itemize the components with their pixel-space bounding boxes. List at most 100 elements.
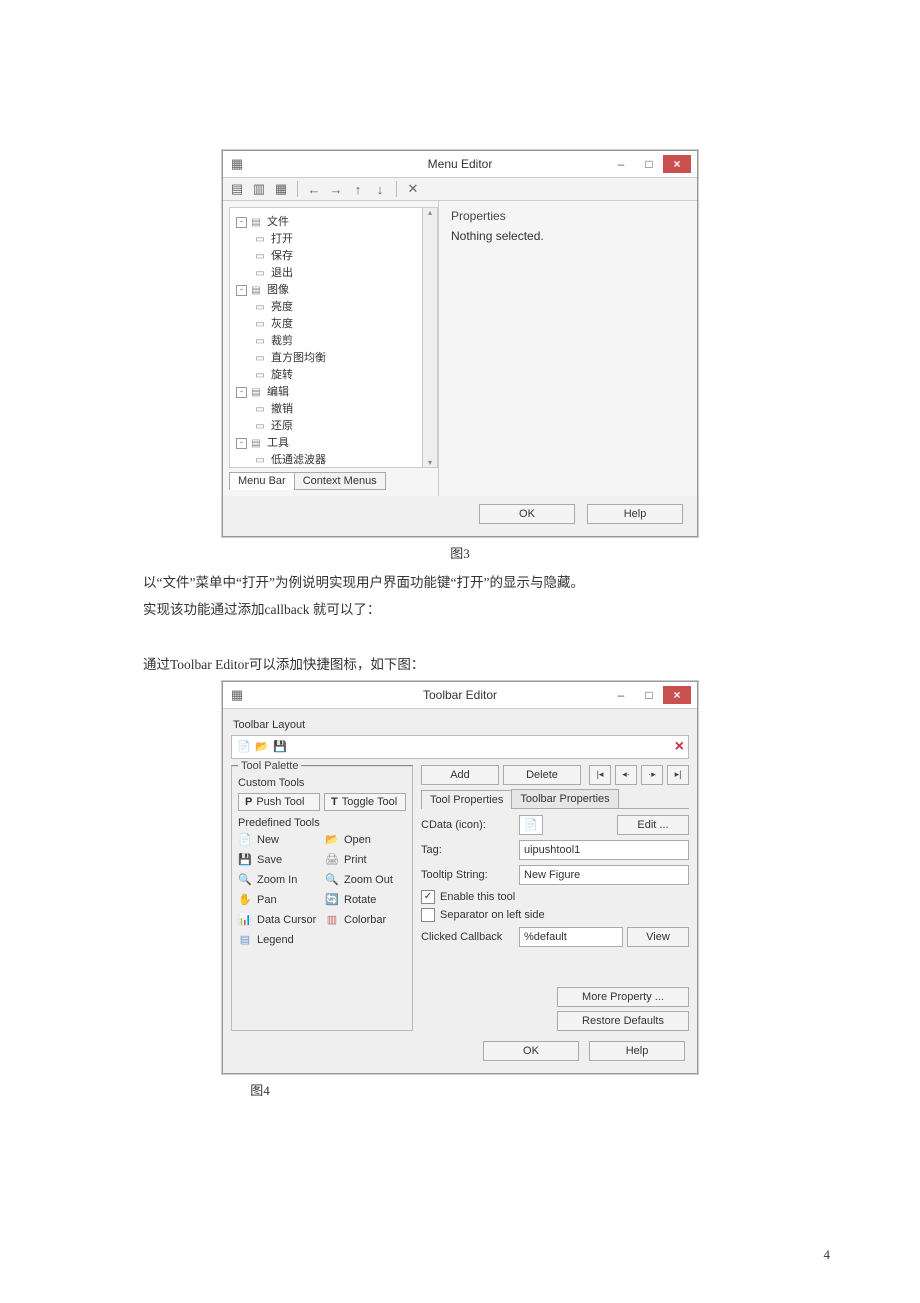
custom-tools-label: Custom Tools bbox=[238, 777, 406, 789]
menu-editor-window: ▦ Menu Editor – □ × ▤ ▥ ▦ ← → ↑ ↓ ✕ bbox=[222, 150, 698, 537]
scroll-up-icon[interactable]: ▴ bbox=[428, 208, 432, 217]
page-number: 4 bbox=[824, 1247, 831, 1263]
add-button[interactable]: Add bbox=[421, 765, 499, 785]
predefined-tool-pan[interactable]: ✋Pan bbox=[238, 893, 319, 907]
maximize-button[interactable]: □ bbox=[635, 155, 663, 173]
rotate-icon: 🔄 bbox=[325, 893, 339, 907]
move-last-icon[interactable]: ▸| bbox=[667, 765, 689, 785]
restore-defaults-button[interactable]: Restore Defaults bbox=[557, 1011, 689, 1031]
right-icon[interactable]: → bbox=[328, 181, 344, 197]
predefined-tools-label: Predefined Tools bbox=[238, 817, 406, 829]
tree-item[interactable]: ▭ 保存 bbox=[254, 248, 433, 265]
left-icon[interactable]: ← bbox=[306, 181, 322, 197]
predefined-tool-rotate[interactable]: 🔄Rotate bbox=[325, 893, 406, 907]
tree-menu[interactable]: -▤ 编辑▭ 撤销▭ 还原 bbox=[236, 384, 433, 435]
paragraph: 通过Toolbar Editor可以添加快捷图标，如下图： bbox=[110, 654, 810, 677]
delete-button[interactable]: Delete bbox=[503, 765, 581, 785]
close-button[interactable]: × bbox=[663, 155, 691, 173]
data-cursor-icon: 📊 bbox=[238, 913, 252, 927]
new-menu-icon[interactable]: ▤ bbox=[229, 181, 245, 197]
move-first-icon[interactable]: |◂ bbox=[589, 765, 611, 785]
toolbar-editor-window: ▦ Toolbar Editor – □ × Toolbar Layout 📄 … bbox=[222, 681, 698, 1074]
help-button[interactable]: Help bbox=[587, 504, 683, 524]
down-icon[interactable]: ↓ bbox=[372, 181, 388, 197]
tag-label: Tag: bbox=[421, 844, 519, 856]
properties-message: Nothing selected. bbox=[451, 229, 685, 243]
menu-editor-toolbar: ▤ ▥ ▦ ← → ↑ ↓ ✕ bbox=[223, 178, 697, 201]
colorbar-icon: ▥ bbox=[325, 913, 339, 927]
minimize-button[interactable]: – bbox=[607, 686, 635, 704]
tab-context-menus[interactable]: Context Menus bbox=[294, 472, 386, 490]
cdata-icon: 📄 bbox=[519, 815, 543, 835]
separator bbox=[396, 181, 397, 197]
paragraph: 以“文件”菜单中“打开”为例说明实现用户界面功能键“打开”的显示与隐藏。 bbox=[110, 572, 810, 595]
toggle-tool-button[interactable]: TToggle Tool bbox=[324, 793, 406, 811]
tab-tool-properties[interactable]: Tool Properties bbox=[421, 790, 512, 809]
tab-toolbar-properties[interactable]: Toolbar Properties bbox=[511, 789, 618, 808]
predefined-tool-save[interactable]: 💾Save bbox=[238, 853, 319, 867]
zoom-in-icon: 🔍 bbox=[238, 873, 252, 887]
tree-menu[interactable]: -▤ 图像▭ 亮度▭ 灰度▭ 裁剪▭ 直方图均衡▭ 旋转 bbox=[236, 282, 433, 384]
delete-icon[interactable]: ▦ bbox=[273, 181, 289, 197]
tree-item[interactable]: ▭ 灰度 bbox=[254, 316, 433, 333]
menu-tree[interactable]: -▤ 文件▭ 打开▭ 保存▭ 退出-▤ 图像▭ 亮度▭ 灰度▭ 裁剪▭ 直方图均… bbox=[230, 208, 437, 468]
view-button[interactable]: View bbox=[627, 927, 689, 947]
toolbar-preview: 📄 📂 💾 × bbox=[231, 735, 689, 759]
predefined-tool-zoom-out[interactable]: 🔍Zoom Out bbox=[325, 873, 406, 887]
tree-item[interactable]: ▭ 旋转 bbox=[254, 367, 433, 384]
move-right-icon[interactable]: ·▸ bbox=[641, 765, 663, 785]
tree-item[interactable]: ▭ 低通滤波器 bbox=[254, 452, 433, 468]
tree-item[interactable]: ▭ 退出 bbox=[254, 265, 433, 282]
help-button[interactable]: Help bbox=[589, 1041, 685, 1061]
edit-button[interactable]: Edit ... bbox=[617, 815, 689, 835]
maximize-button[interactable]: □ bbox=[635, 686, 663, 704]
tooltip-input[interactable]: New Figure bbox=[519, 865, 689, 885]
new-item-icon[interactable]: ▥ bbox=[251, 181, 267, 197]
app-icon: ▦ bbox=[229, 156, 245, 172]
app-icon: ▦ bbox=[229, 687, 245, 703]
predefined-tool-data-cursor[interactable]: 📊Data Cursor bbox=[238, 913, 319, 927]
tooltip-label: Tooltip String: bbox=[421, 869, 519, 881]
minimize-button[interactable]: – bbox=[607, 155, 635, 173]
tree-menu[interactable]: -▤ 文件▭ 打开▭ 保存▭ 退出 bbox=[236, 214, 433, 282]
more-property-button[interactable]: More Property ... bbox=[557, 987, 689, 1007]
up-icon[interactable]: ↑ bbox=[350, 181, 366, 197]
push-tool-button[interactable]: PPush Tool bbox=[238, 793, 320, 811]
predefined-tool-new[interactable]: 📄New bbox=[238, 833, 319, 847]
predefined-tool-open[interactable]: 📂Open bbox=[325, 833, 406, 847]
figure4-caption: 图4 bbox=[110, 1080, 410, 1099]
print-icon: 🖨 bbox=[325, 853, 339, 867]
tab-menu-bar[interactable]: Menu Bar bbox=[229, 472, 295, 490]
tree-item[interactable]: ▭ 打开 bbox=[254, 231, 433, 248]
tree-item[interactable]: ▭ 撤销 bbox=[254, 401, 433, 418]
tag-input[interactable]: uipushtool1 bbox=[519, 840, 689, 860]
paragraph: 实现该功能通过添加callback 就可以了： bbox=[110, 599, 810, 622]
separator-checkbox[interactable]: Separator on left side bbox=[421, 908, 689, 922]
tree-item[interactable]: ▭ 亮度 bbox=[254, 299, 433, 316]
predefined-tool-print[interactable]: 🖨Print bbox=[325, 853, 406, 867]
close-button[interactable]: × bbox=[663, 686, 691, 704]
tree-item[interactable]: ▭ 还原 bbox=[254, 418, 433, 435]
clicked-callback-input[interactable]: %default bbox=[519, 927, 623, 947]
predefined-tool-legend[interactable]: ▤Legend bbox=[238, 933, 319, 947]
tree-item[interactable]: ▭ 直方图均衡 bbox=[254, 350, 433, 367]
save-icon[interactable]: 💾 bbox=[272, 739, 288, 755]
window-title: Toolbar Editor bbox=[423, 688, 497, 702]
scroll-down-icon[interactable]: ▾ bbox=[428, 458, 432, 467]
ok-button[interactable]: OK bbox=[483, 1041, 579, 1061]
properties-heading: Properties bbox=[451, 209, 685, 223]
ok-button[interactable]: OK bbox=[479, 504, 575, 524]
open-icon[interactable]: 📂 bbox=[254, 739, 270, 755]
tree-item[interactable]: ▭ 裁剪 bbox=[254, 333, 433, 350]
x-icon[interactable]: ✕ bbox=[405, 181, 421, 197]
enable-tool-checkbox[interactable]: ✓Enable this tool bbox=[421, 890, 689, 904]
clear-toolbar-icon[interactable]: × bbox=[675, 738, 684, 756]
new-icon[interactable]: 📄 bbox=[236, 739, 252, 755]
tree-menu[interactable]: -▤ 工具▭ 低通滤波器▭ 高通滤波器 bbox=[236, 435, 433, 468]
predefined-tool-zoom-in[interactable]: 🔍Zoom In bbox=[238, 873, 319, 887]
save-icon: 💾 bbox=[238, 853, 252, 867]
move-left-icon[interactable]: ◂· bbox=[615, 765, 637, 785]
predefined-tool-colorbar[interactable]: ▥Colorbar bbox=[325, 913, 406, 927]
scrollbar[interactable]: ▴ ▾ bbox=[422, 208, 437, 467]
tool-palette: Tool Palette Custom Tools PPush Tool TTo… bbox=[231, 765, 413, 1031]
